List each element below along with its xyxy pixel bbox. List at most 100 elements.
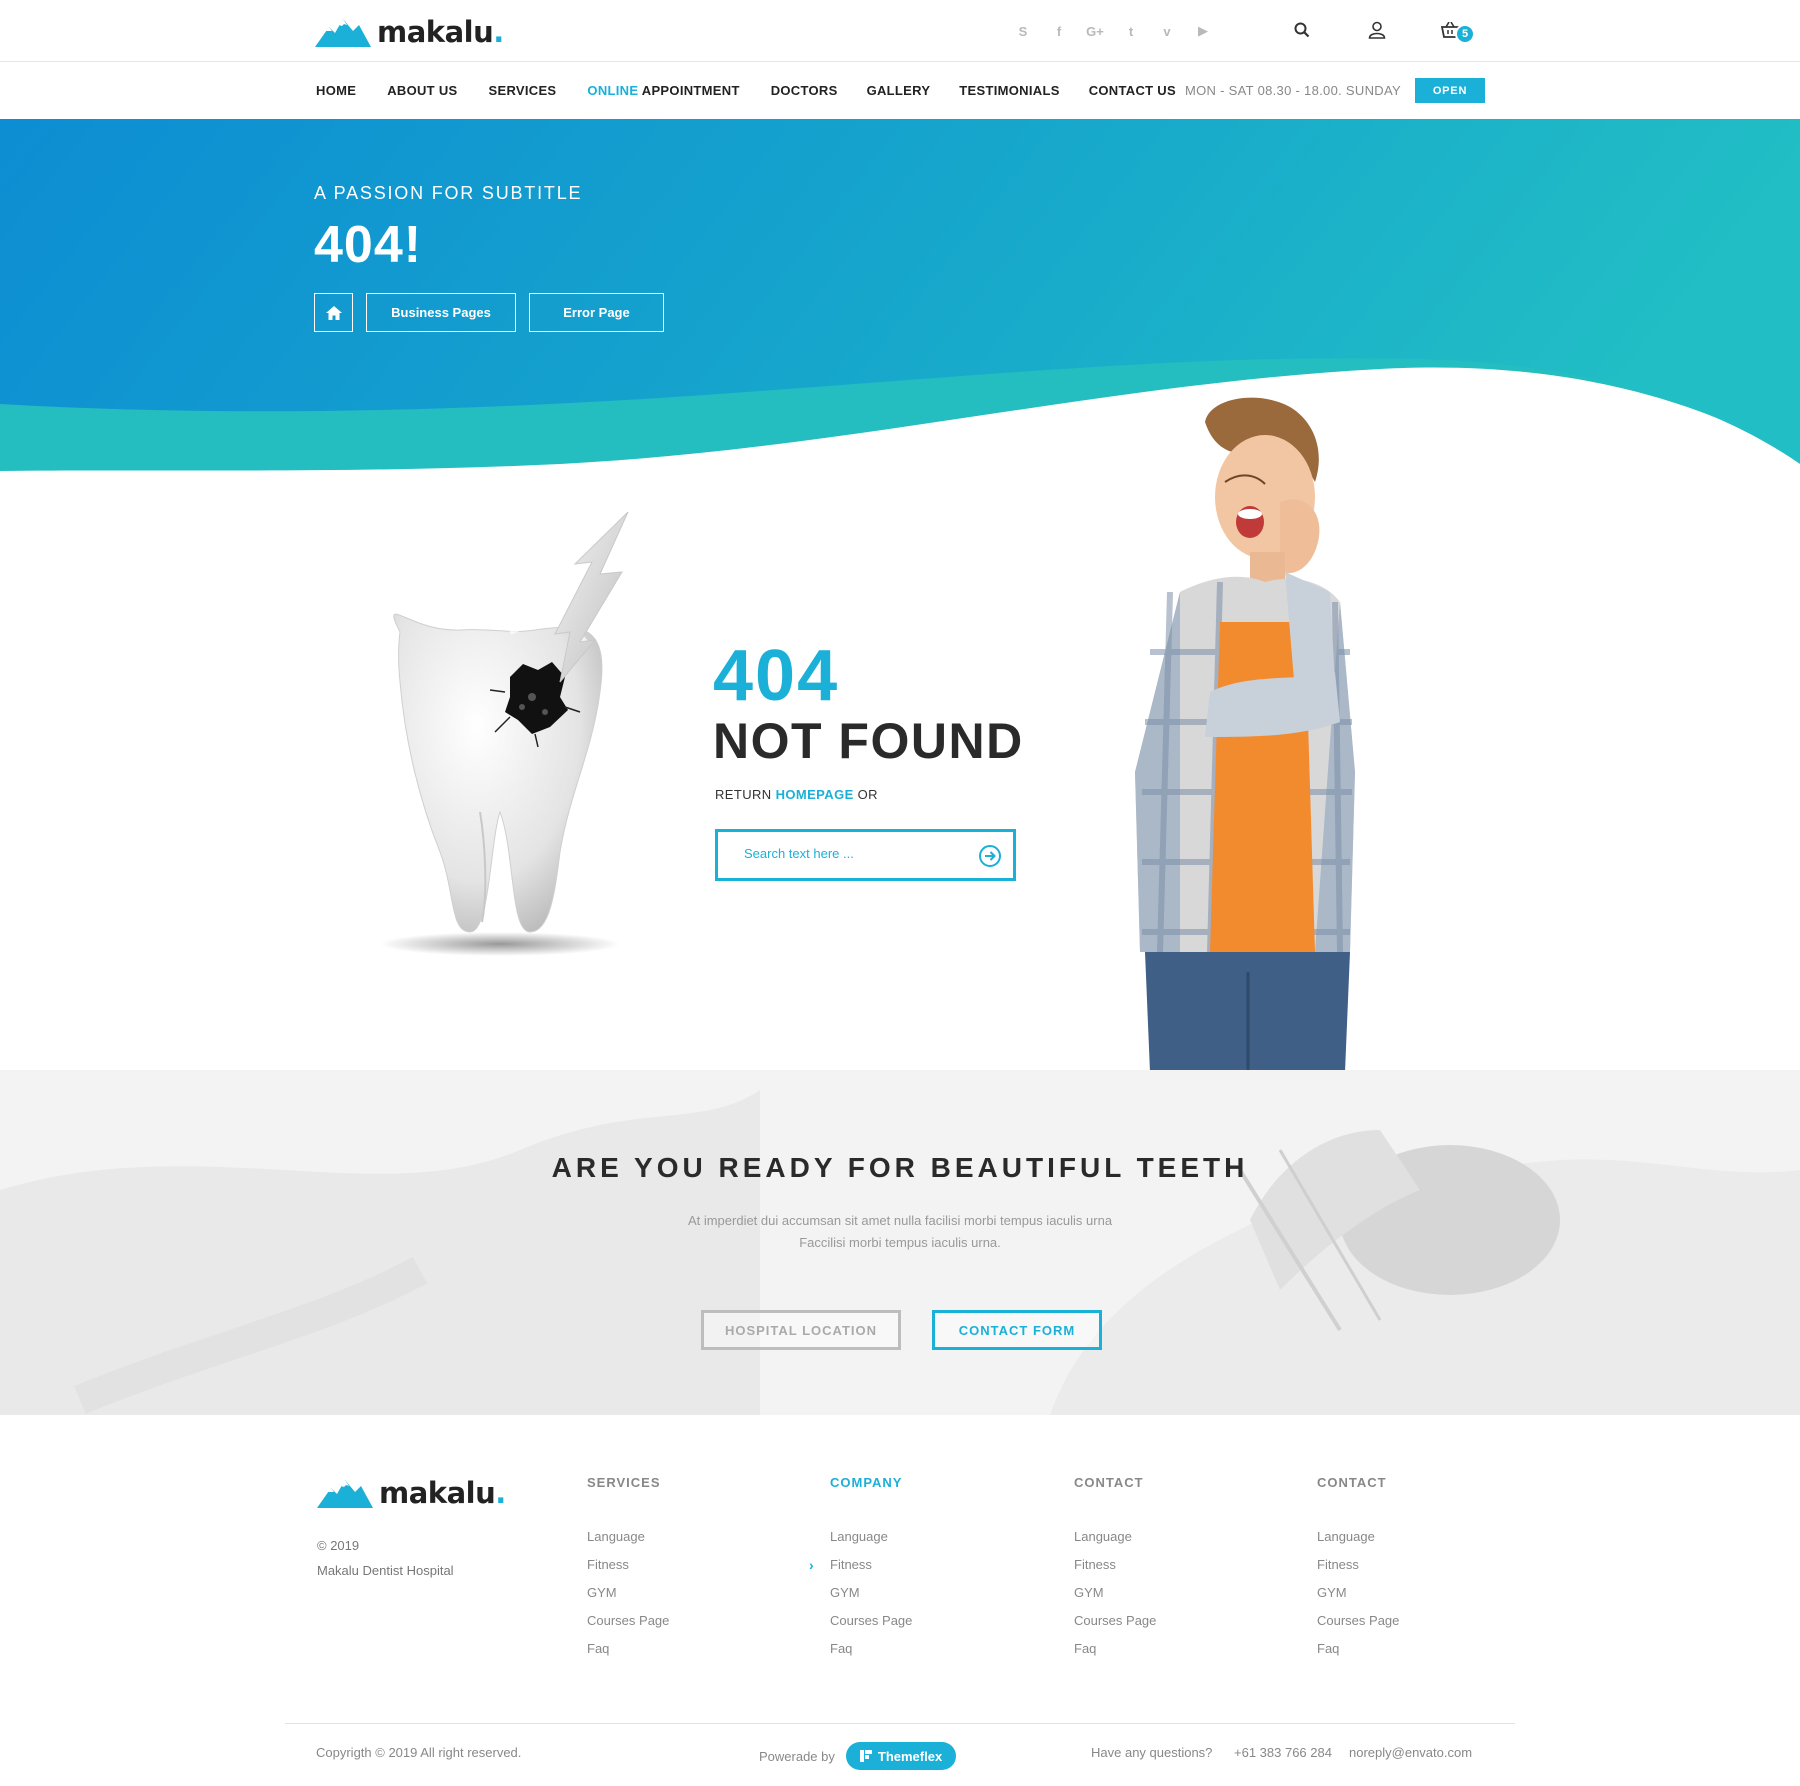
footer-link[interactable]: Courses Page — [1074, 1612, 1156, 1640]
nav-item-highlight: ONLINE — [587, 83, 639, 98]
nav-item-online-appointment[interactable]: ONLINE APPOINTMENT — [587, 83, 739, 98]
top-bar: makalu. S f G+ t v ▶ 5 — [0, 0, 1800, 62]
broken-tooth-illustration — [380, 512, 629, 956]
cart-count-badge: 5 — [1455, 24, 1475, 44]
hero-banner: A PASSION FOR SUBTITLE 404! Business Pag… — [0, 119, 1800, 479]
footer-link[interactable]: GYM — [830, 1584, 912, 1612]
footer-link[interactable]: Faq — [1074, 1640, 1156, 1668]
error-title: NOT FOUND — [713, 713, 1024, 769]
footer-link-active[interactable]: › Fitness — [809, 1556, 912, 1584]
nav-item-services[interactable]: SERVICES — [489, 83, 557, 98]
powered-by: Powerade by Themeflex — [759, 1742, 957, 1770]
google-plus-icon[interactable]: G+ — [1084, 20, 1106, 42]
breadcrumb-home[interactable] — [314, 293, 353, 332]
footer-column-title: SERVICES — [587, 1475, 661, 1490]
social-links: S f G+ t v ▶ — [1012, 20, 1214, 42]
cta-title: ARE YOU READY FOR BEAUTIFUL TEETH — [551, 1152, 1249, 1183]
footer-column-company: COMPANY Language › Fitness GYM Courses Pa… — [809, 1475, 912, 1668]
hero-subtitle: A PASSION FOR SUBTITLE — [314, 183, 583, 203]
footer-link[interactable]: Language — [587, 1528, 669, 1556]
footer-link[interactable]: Courses Page — [587, 1612, 669, 1640]
mountain-logo-icon — [317, 1480, 373, 1508]
twitter-icon[interactable]: t — [1120, 20, 1142, 42]
hospital-location-button[interactable]: HOSPITAL LOCATION — [701, 1310, 901, 1350]
hero-wave-background — [0, 119, 1800, 479]
youtube-icon[interactable]: ▶ — [1192, 20, 1214, 42]
footer-org-info: © 2019 Makalu Dentist Hospital — [317, 1533, 454, 1583]
nav-item-home[interactable]: HOME — [316, 83, 356, 98]
footer-link[interactable]: GYM — [1074, 1584, 1156, 1612]
footer-link[interactable]: Fitness — [1317, 1556, 1399, 1584]
themeflex-badge[interactable]: Themeflex — [845, 1742, 957, 1770]
cta-line-1: At imperdiet dui accumsan sit amet nulla… — [687, 1213, 1113, 1228]
logo[interactable]: makalu. — [315, 17, 504, 47]
nav-item-gallery[interactable]: GALLERY — [867, 83, 931, 98]
skype-icon[interactable]: S — [1012, 20, 1034, 42]
cta-description: At imperdiet dui accumsan sit amet nulla… — [600, 1210, 1200, 1254]
breadcrumb-error-page[interactable]: Error Page — [529, 293, 664, 332]
return-text: RETURN HOMEPAGE OR — [715, 787, 878, 802]
footer-link[interactable]: Fitness — [587, 1556, 669, 1584]
contact-form-button[interactable]: CONTACT FORM — [932, 1310, 1102, 1350]
footer-link[interactable]: Faq — [830, 1640, 912, 1668]
facebook-icon[interactable]: f — [1048, 20, 1070, 42]
main-nav: HOME ABOUT US SERVICES ONLINE APPOINTMEN… — [0, 62, 1800, 119]
boy-toothache-photo — [1135, 397, 1355, 1072]
footer-divider — [285, 1723, 1515, 1724]
footer-link[interactable]: Fitness — [1074, 1556, 1156, 1584]
cta-line-2: Faccilisi morbi tempus iaculis urna. — [799, 1235, 1001, 1250]
footer-column-title: COMPANY — [830, 1475, 903, 1490]
vimeo-icon[interactable]: v — [1156, 20, 1178, 42]
nav-item-doctors[interactable]: DOCTORS — [771, 83, 838, 98]
nav-item-contact-us[interactable]: CONTACT US — [1089, 83, 1176, 98]
powered-label: Powerade by — [759, 1748, 835, 1764]
search-form — [715, 829, 1016, 881]
open-status-button[interactable]: OPEN — [1415, 78, 1485, 103]
nav-item-about-us[interactable]: ABOUT US — [387, 83, 457, 98]
search-icon[interactable] — [1290, 18, 1314, 42]
logo-text: makalu. — [377, 14, 504, 49]
footer-year: © 2019 — [317, 1538, 360, 1553]
footer-copyright: Copyrigth © 2019 All right reserved. — [316, 1745, 522, 1760]
mountain-logo-icon — [315, 19, 371, 47]
footer-org-name: Makalu Dentist Hospital — [317, 1563, 454, 1578]
footer-link[interactable]: Courses Page — [830, 1612, 912, 1640]
hero-title: 404! — [314, 216, 423, 274]
footer-link[interactable]: Courses Page — [1317, 1612, 1399, 1640]
chevron-right-icon: › — [809, 1557, 814, 1573]
footer-email[interactable]: noreply@envato.com — [1349, 1745, 1472, 1760]
search-input[interactable] — [744, 846, 964, 861]
nav-item-testimonials[interactable]: TESTIMONIALS — [959, 83, 1059, 98]
homepage-link[interactable]: HOMEPAGE — [776, 787, 854, 802]
footer-logo-text: makalu. — [379, 1475, 506, 1510]
footer-link[interactable]: GYM — [587, 1584, 669, 1612]
footer-link[interactable]: Language — [1317, 1528, 1399, 1556]
arrow-right-circle-icon[interactable] — [978, 844, 1002, 868]
footer-link[interactable]: Faq — [587, 1640, 669, 1668]
opening-hours: MON - SAT 08.30 - 18.00. SUNDAY — [1185, 83, 1401, 98]
footer-question: Have any questions? — [1091, 1745, 1213, 1760]
user-icon[interactable] — [1365, 18, 1389, 42]
footer-column-contact-2: CONTACT Language Fitness GYM Courses Pag… — [1317, 1475, 1399, 1668]
footer-link[interactable]: Language — [1074, 1528, 1156, 1556]
return-suffix: OR — [853, 787, 878, 802]
footer-link[interactable]: GYM — [1317, 1584, 1399, 1612]
cta-section: ARE YOU READY FOR BEAUTIFUL TEETH At imp… — [0, 1070, 1800, 1415]
footer-column-contact: CONTACT Language Fitness GYM Courses Pag… — [1074, 1475, 1156, 1668]
return-prefix: RETURN — [715, 787, 776, 802]
footer-phone[interactable]: +61 383 766 284 — [1234, 1745, 1332, 1760]
breadcrumb: Business Pages Error Page — [314, 293, 664, 332]
themeflex-label: Themeflex — [877, 1748, 943, 1764]
footer-link-label: Fitness — [830, 1557, 872, 1572]
footer-link[interactable]: Faq — [1317, 1640, 1399, 1668]
footer-column-title: CONTACT — [1074, 1475, 1144, 1490]
footer-column-title: CONTACT — [1317, 1475, 1387, 1490]
footer-logo[interactable]: makalu. — [317, 1478, 506, 1508]
error-code: 404 — [713, 636, 840, 716]
nav-item-label: APPOINTMENT — [638, 83, 740, 98]
cart-icon[interactable]: 5 — [1438, 18, 1475, 44]
footer-column-services: SERVICES Language Fitness GYM Courses Pa… — [587, 1475, 669, 1668]
footer-link[interactable]: Language — [830, 1528, 912, 1556]
themeflex-logo-icon — [859, 1750, 872, 1762]
breadcrumb-business-pages[interactable]: Business Pages — [366, 293, 516, 332]
